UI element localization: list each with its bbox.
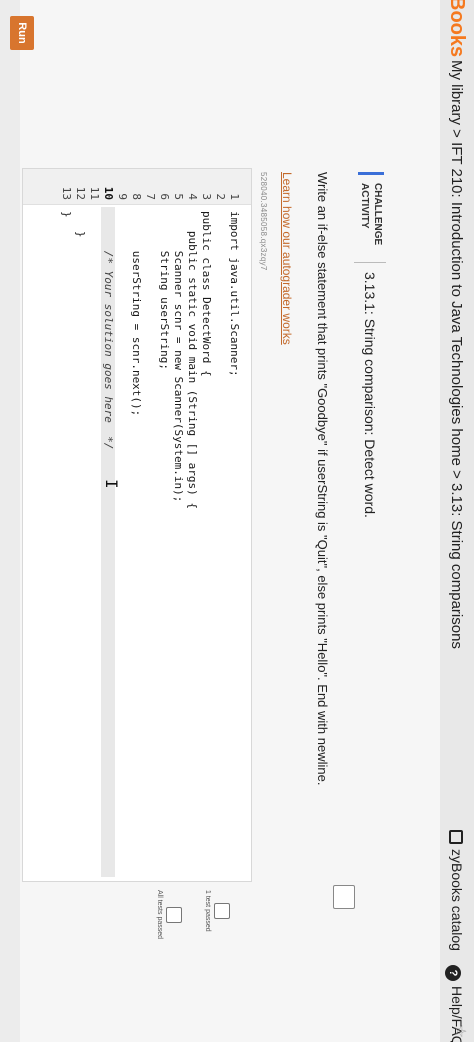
autograder-link[interactable]: Learn how our autograder works xyxy=(280,172,294,345)
line-number: 12 xyxy=(74,186,87,200)
test-label: All tests passed xyxy=(156,890,163,940)
bottom-panel xyxy=(0,0,20,1042)
catalog-label: zyBooks catalog xyxy=(449,849,465,951)
test-result-1: 1 test passed xyxy=(203,890,230,932)
top-bar: Books My library > IFT 210: Introduction… xyxy=(439,0,474,1042)
line-number-gutter: 1 2 3 4 5 6 7 8 9 10 11 12 13 xyxy=(23,169,251,205)
line-number: 1 xyxy=(228,193,241,200)
line-number: 8 xyxy=(130,193,143,200)
zybooks-catalog-link[interactable]: zyBooks catalog xyxy=(449,830,465,951)
run-button[interactable]: Run xyxy=(10,16,34,50)
test-label: 1 test passed xyxy=(204,890,211,932)
line-number: 2 xyxy=(214,193,227,200)
line-number: 3 xyxy=(200,193,213,200)
star-icon[interactable]: ☆ xyxy=(450,1024,470,1038)
code-line[interactable]: } xyxy=(59,207,73,877)
code-line[interactable] xyxy=(87,207,101,877)
code-line[interactable]: Scanner scnr = new Scanner(System.in); xyxy=(171,207,185,877)
question-icon: ? xyxy=(445,965,461,981)
line-number: 7 xyxy=(144,193,157,200)
divider xyxy=(354,262,386,263)
line-number: 13 xyxy=(60,186,73,200)
code-line[interactable] xyxy=(143,207,157,877)
line-number: 6 xyxy=(158,193,171,200)
code-line-active[interactable]: /* Your solution goes here */ xyxy=(101,207,115,877)
code-line[interactable]: userString = scnr.next(); xyxy=(129,207,143,877)
build-id: 528040.3485058.qx3zqy7 xyxy=(259,172,268,271)
line-number: 9 xyxy=(116,193,129,200)
test-checkbox xyxy=(214,902,230,919)
line-number: 10 xyxy=(102,186,115,200)
line-number: 5 xyxy=(172,193,185,200)
book-icon xyxy=(449,830,463,844)
test-result-2: All tests passed xyxy=(155,890,182,939)
code-line[interactable]: public static void main (String [] args)… xyxy=(185,207,199,877)
code-line[interactable] xyxy=(213,207,227,877)
code-editor[interactable]: 1 2 3 4 5 6 7 8 9 10 11 12 13 import jav… xyxy=(22,168,252,882)
brand-logo[interactable]: Books xyxy=(445,0,468,57)
main-content: CHALLENGE ACTIVITY 3.13.1: String compar… xyxy=(0,0,440,1042)
code-area[interactable]: import java.util.Scanner; public class D… xyxy=(59,207,241,877)
line-number: 4 xyxy=(186,193,199,200)
code-line[interactable] xyxy=(115,207,129,877)
text-cursor-icon: I xyxy=(102,479,121,489)
rotated-page: Books My library > IFT 210: Introduction… xyxy=(0,0,474,1042)
breadcrumb[interactable]: My library > IFT 210: Introduction to Ja… xyxy=(448,60,465,649)
code-line[interactable]: String userString; xyxy=(157,207,171,877)
line-number: 11 xyxy=(88,186,101,200)
code-line[interactable]: } xyxy=(73,207,87,877)
code-line[interactable]: public class DetectWord { xyxy=(199,207,213,877)
test-checkbox xyxy=(166,906,182,923)
instructions-text: Write an if-else statement that prints "… xyxy=(315,172,330,786)
completion-checkbox xyxy=(333,885,355,909)
challenge-activity-label: CHALLENGE ACTIVITY xyxy=(358,172,384,258)
challenge-title: 3.13.1: String comparison: Detect word. xyxy=(362,272,378,518)
code-line[interactable]: import java.util.Scanner; xyxy=(227,207,241,877)
